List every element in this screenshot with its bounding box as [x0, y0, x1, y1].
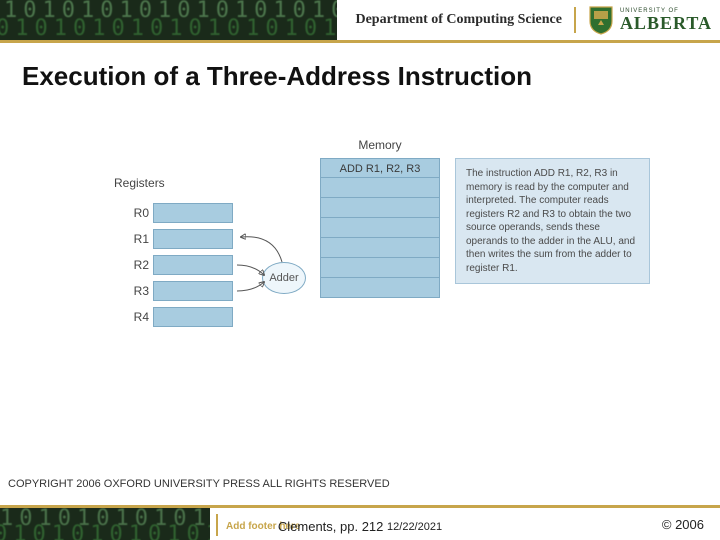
footer-center: Clements, pp. 212 12/22/2021 — [0, 519, 720, 534]
header-divider — [574, 7, 576, 33]
footer-date: 12/22/2021 — [387, 521, 442, 533]
header-right: Department of Computing Science UNIVERSI… — [337, 0, 720, 40]
explanation-box: The instruction ADD R1, R2, R3 in memory… — [455, 158, 650, 284]
footer-copyright: © 2006 — [662, 517, 704, 532]
shield-icon — [588, 5, 614, 35]
header-binary-art — [0, 0, 337, 40]
oxford-copyright: COPYRIGHT 2006 OXFORD UNIVERSITY PRESS A… — [8, 478, 390, 490]
university-big-text: ALBERTA — [620, 14, 712, 32]
page-title: Execution of a Three-Address Instruction — [0, 43, 720, 102]
header: Department of Computing Science UNIVERSI… — [0, 0, 720, 40]
diagram: Registers R0R1R2R3R4 Memory ADD R1, R2, … — [60, 130, 660, 390]
university-logo: UNIVERSITY OF ALBERTA — [588, 5, 712, 35]
department-label: Department of Computing Science — [355, 12, 561, 28]
footer-clements: Clements, pp. 212 — [278, 519, 384, 534]
footer: Add footer here Clements, pp. 212 12/22/… — [0, 500, 720, 540]
